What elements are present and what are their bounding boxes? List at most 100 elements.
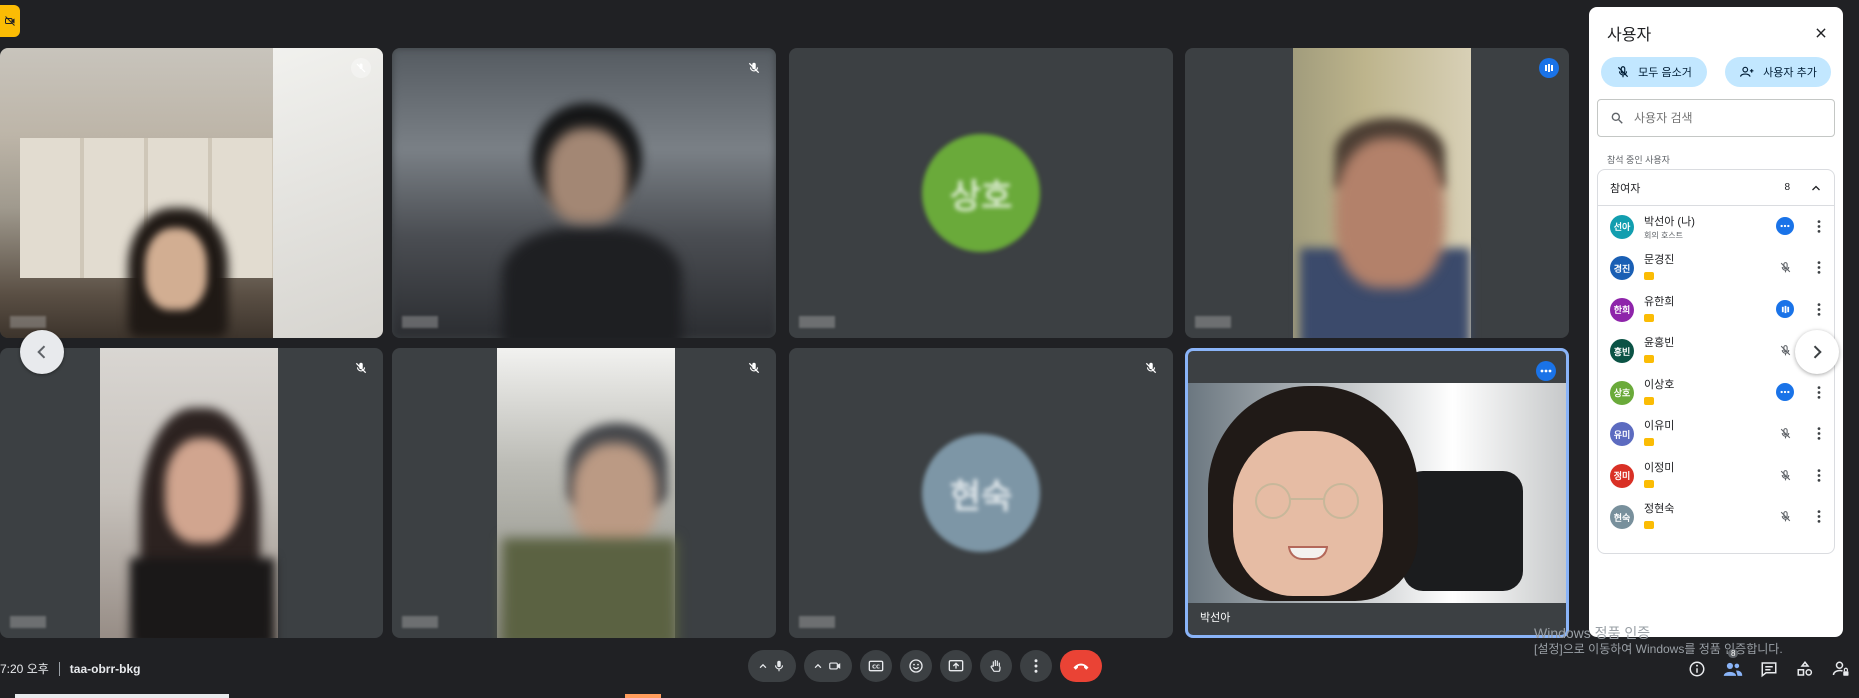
more-vert-icon (1034, 659, 1038, 673)
participant-more-button[interactable] (1810, 383, 1828, 401)
audio-bars-icon (1545, 64, 1553, 72)
participant-avatar: 상호 (1610, 380, 1634, 405)
video-tile-1[interactable] (0, 48, 383, 338)
people-button[interactable]: 8 (1722, 649, 1744, 680)
mic-off-icon (1780, 345, 1790, 356)
participant-name: 이유미 (1644, 420, 1675, 433)
name-tag (799, 316, 835, 328)
participant-face (572, 443, 657, 548)
tile-mute-indicator (351, 58, 371, 78)
participant-avatar: 경진 (1610, 256, 1634, 281)
camera-button[interactable] (804, 650, 852, 682)
participant-row[interactable]: 선아 박선아 (나) 회의 호스트 (1598, 206, 1834, 248)
participant-more-button[interactable] (1810, 300, 1828, 318)
participant-info: 박선아 (나) 회의 호스트 (1644, 213, 1834, 241)
reactions-button[interactable] (900, 650, 932, 682)
tile-mute-indicator (351, 358, 371, 378)
activities-button[interactable] (1794, 658, 1816, 680)
previous-page-button[interactable] (20, 330, 64, 374)
glasses-shape (1255, 483, 1359, 519)
more-options-badge[interactable] (1536, 361, 1556, 381)
participant-status-more[interactable] (1776, 217, 1794, 235)
chevron-right-icon (1813, 345, 1822, 359)
participant-row[interactable]: 유미 이유미 (1598, 414, 1834, 456)
emoji-icon (909, 659, 923, 673)
participant-mute-button[interactable] (1776, 342, 1794, 360)
video-tile-6[interactable] (392, 348, 776, 638)
participant-row[interactable]: 한희 유한희 (1598, 289, 1834, 331)
close-panel-button[interactable] (1809, 21, 1833, 45)
microphone-icon (774, 660, 784, 672)
video-tile-8[interactable]: 박선아 (1185, 348, 1569, 638)
more-options-button[interactable] (1020, 650, 1052, 682)
participant-body (502, 538, 677, 638)
chat-button[interactable] (1758, 658, 1780, 680)
mic-off-icon (1780, 511, 1790, 522)
participant-speaking-indicator (1776, 300, 1794, 318)
participant-name: 이정미 (1644, 461, 1675, 474)
participants-group-header[interactable]: 참여자 8 (1598, 170, 1834, 206)
participant-info: 이유미 (1644, 417, 1834, 451)
more-vert-icon (1817, 219, 1821, 233)
raise-hand-icon (990, 660, 1001, 672)
mic-off-icon (1145, 362, 1157, 374)
microphone-button[interactable] (748, 650, 796, 682)
participant-row[interactable]: 경진 문경진 (1598, 248, 1834, 290)
participant-row[interactable]: 현숙 정현숙 (1598, 497, 1834, 539)
people-search[interactable] (1597, 99, 1835, 137)
participant-row[interactable]: 상호 이상호 (1598, 372, 1834, 414)
participant-more-button[interactable] (1810, 259, 1828, 277)
present-screen-icon (948, 660, 964, 672)
participant-mute-button[interactable] (1776, 466, 1794, 484)
chair (1403, 471, 1523, 591)
video-tile-4[interactable] (1185, 48, 1569, 338)
control-bar: 7:20 오후 taa-obrr-bkg CC 8 (0, 646, 1859, 698)
name-tag (402, 616, 438, 628)
pin-tag-icon (1644, 479, 1654, 488)
leave-call-button[interactable] (1060, 650, 1102, 682)
participant-mute-button[interactable] (1776, 425, 1794, 443)
meeting-time: 7:20 오후 (0, 662, 49, 676)
participant-more-button[interactable] (1810, 508, 1828, 526)
pin-tag-icon (1644, 355, 1654, 364)
search-input[interactable] (1634, 111, 1824, 125)
more-vert-icon (1817, 510, 1821, 523)
raise-hand-button[interactable] (980, 650, 1012, 682)
participant-mute-button[interactable] (1776, 259, 1794, 277)
participant-more-button[interactable] (1810, 466, 1828, 484)
participant-row[interactable]: 정미 이정미 (1598, 455, 1834, 497)
participant-more-button[interactable] (1810, 425, 1828, 443)
participant-name: 문경진 (1644, 254, 1675, 267)
mic-off-icon (1780, 262, 1790, 273)
tile-mute-indicator (1141, 358, 1161, 378)
mute-all-button[interactable]: 모두 음소거 (1601, 57, 1707, 87)
next-page-button[interactable] (1795, 330, 1839, 374)
participant-avatar: 선아 (1610, 214, 1634, 239)
video-tile-2[interactable] (392, 48, 776, 338)
camera-off-badge[interactable] (0, 5, 20, 37)
participants-list: 선아 박선아 (나) 회의 호스트 경진 문경진 한희 유한희 홍빈 윤홍빈 상… (1598, 206, 1834, 538)
present-button[interactable] (940, 650, 972, 682)
participant-mute-button[interactable] (1776, 508, 1794, 526)
section-label: 참석 중인 사용자 (1607, 155, 1670, 165)
participant-info: 이정미 (1644, 459, 1834, 493)
video-tile-3[interactable]: 상호 (789, 48, 1173, 338)
pin-tag-icon (1644, 438, 1654, 447)
avatar-initials: 상호 (949, 177, 1013, 216)
participant-body (130, 558, 275, 638)
participant-avatar: 현숙 (1610, 505, 1634, 530)
participant-more-button[interactable] (1810, 217, 1828, 235)
participant-avatar: 유미 (1610, 422, 1634, 447)
participant-status-more[interactable] (1776, 383, 1794, 401)
more-vert-icon (1817, 385, 1821, 399)
host-controls-button[interactable] (1830, 658, 1852, 680)
add-people-button[interactable]: 사용자 추가 (1725, 57, 1831, 87)
divider (58, 661, 60, 676)
video-tile-5[interactable] (0, 348, 383, 638)
name-tag (10, 316, 46, 328)
captions-button[interactable]: CC (860, 650, 892, 682)
mic-off-icon (1780, 428, 1790, 439)
meeting-details-button[interactable] (1686, 658, 1708, 680)
participant-info: 정현숙 (1644, 500, 1834, 534)
video-tile-7[interactable]: 현숙 (789, 348, 1173, 638)
